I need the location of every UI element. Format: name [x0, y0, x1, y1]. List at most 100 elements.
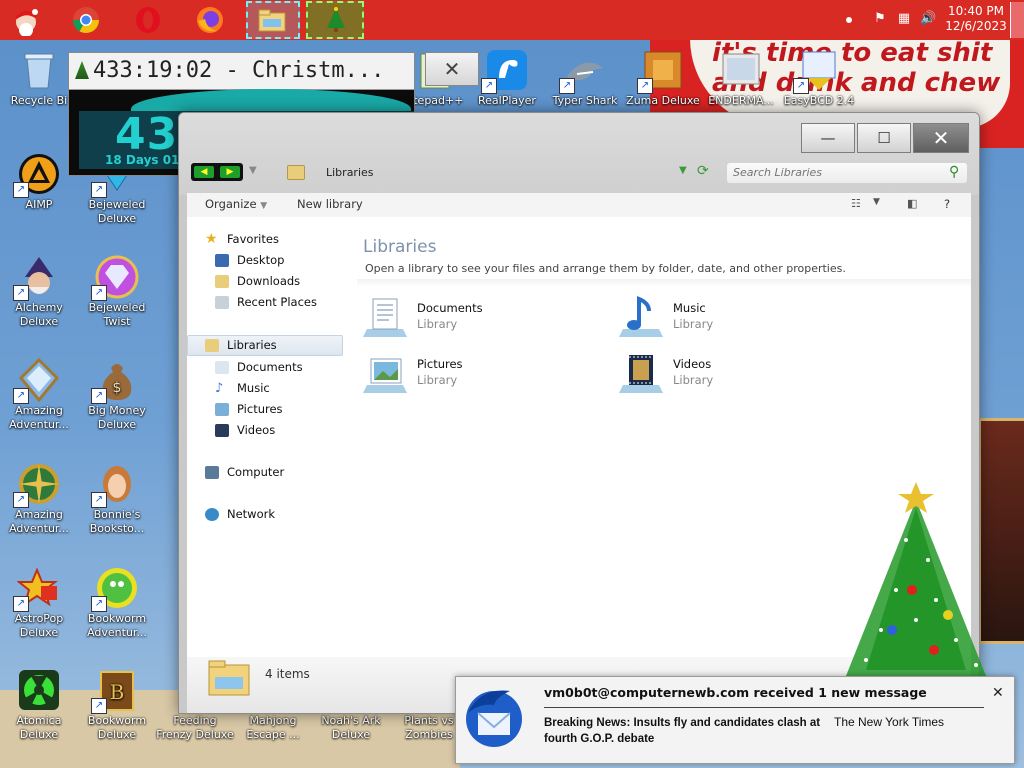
desktop-icon-typer-shark[interactable]: ↗ Typer Shark [546, 48, 624, 108]
nav-videos[interactable]: Videos [215, 420, 275, 440]
back-forward-buttons[interactable]: ◀ ▶ [191, 163, 243, 181]
search-box[interactable]: ⚲ [727, 163, 967, 183]
desktop-icon [215, 253, 229, 267]
chrome-icon[interactable] [68, 2, 104, 38]
help-button[interactable]: ? [944, 197, 950, 211]
desktop-icon-aimp[interactable]: ↗ AIMP [0, 152, 78, 212]
countdown-close-button[interactable]: ✕ [425, 52, 479, 86]
desktop-icon-amazing-adventures-1[interactable]: ↗ Amazing Adventur... [0, 357, 78, 432]
nav-label: Favorites [227, 232, 279, 246]
refresh-icon[interactable]: ⟳ [697, 163, 709, 179]
new-library-button[interactable]: New library [297, 197, 363, 211]
minimize-button[interactable]: — [801, 123, 855, 153]
videos-icon [215, 423, 229, 437]
search-icon[interactable]: ⚲ [949, 164, 959, 180]
nav-label: Music [237, 381, 270, 395]
nav-documents[interactable]: Documents [215, 357, 303, 377]
view-options-icon[interactable]: ☷ [851, 197, 861, 210]
nav-pictures[interactable]: Pictures [215, 399, 283, 419]
desktop-icon-astropop-deluxe[interactable]: ↗ AstroPop Deluxe [0, 566, 78, 640]
desktop-icon-label: Big Money Deluxe [88, 404, 146, 431]
address-bar[interactable]: Libraries [283, 163, 723, 183]
desktop-icon-zuma-deluxe[interactable]: ↗ Zuma Deluxe [624, 48, 702, 108]
nav-label: Libraries [227, 338, 277, 352]
desktop-icon-label: Typer Shark [552, 94, 618, 107]
library-type: Library [673, 373, 714, 387]
volume-icon[interactable]: 🔊 [920, 11, 936, 27]
library-item-videos[interactable]: Videos Library [619, 349, 839, 399]
preview-pane-icon[interactable]: ◧ [907, 197, 917, 210]
nav-music[interactable]: ♪ Music [215, 378, 270, 398]
santa-icon[interactable] [8, 2, 44, 38]
nav-favorites[interactable]: ★ Favorites [205, 229, 279, 249]
address-dropdown-icon[interactable]: ▼ [679, 165, 687, 176]
desktop-icon-label: Bonnie's Booksto... [89, 508, 145, 535]
recent-pages-dropdown[interactable]: ▼ [249, 165, 257, 176]
shortcut-arrow-icon: ↗ [793, 78, 809, 94]
chevron-down-icon: ▼ [260, 201, 268, 211]
header-divider [357, 279, 971, 287]
search-input[interactable] [733, 166, 933, 179]
libraries-description: Open a library to see your files and arr… [365, 262, 846, 275]
forward-arrow-icon[interactable]: ▶ [220, 166, 240, 178]
opera-icon[interactable] [130, 2, 166, 38]
libraries-icon [205, 338, 219, 352]
desktop-icon-bejeweled-twist[interactable]: ↗ Bejeweled Twist [78, 255, 156, 329]
notification-close-button[interactable]: ✕ [992, 685, 1004, 701]
desktop-icon-bookworm-deluxe[interactable]: B ↗ Bookworm Deluxe [78, 668, 156, 742]
desktop-icon-bookworm-adventures[interactable]: ↗ Bookworm Adventur... [78, 566, 156, 640]
desktop-icon-amazing-adventures-2[interactable]: ↗ Amazing Adventur... [0, 462, 78, 536]
desktop-icon-big-money-deluxe[interactable]: $ ↗ Big Money Deluxe [78, 358, 156, 432]
desktop-icon-easybcd[interactable]: ↗ EasyBCD 2.4 [780, 48, 858, 108]
nav-downloads[interactable]: Downloads [215, 271, 300, 291]
library-item-music[interactable]: Music Library [619, 293, 839, 343]
nav-label: Documents [237, 360, 303, 374]
action-center-flag-icon[interactable]: ⚑ [872, 11, 888, 27]
realplayer-icon: ↗ [481, 48, 529, 94]
command-bar: Organize ▼ New library ☷ ▼ ◧ ? [187, 193, 971, 217]
nav-recent-places[interactable]: Recent Places [215, 292, 317, 312]
nav-label: Desktop [237, 253, 285, 267]
nav-libraries[interactable]: Libraries [205, 335, 277, 355]
shortcut-arrow-icon: ↗ [13, 596, 29, 612]
notification-message: Breaking News: Insults fly and candidate… [544, 717, 821, 745]
desktop-icon-label: Feeding Frenzy Deluxe [156, 714, 234, 741]
music-library-icon [619, 296, 663, 337]
show-desktop-button[interactable] [1010, 2, 1024, 38]
desktop-icon-label: otepad++ [406, 94, 464, 107]
desktop-icon-realplayer[interactable]: ↗ RealPlayer [468, 48, 546, 108]
desktop-icon-atomica-deluxe[interactable]: Atomica Deluxe [0, 668, 78, 742]
nav-desktop[interactable]: Desktop [215, 250, 284, 270]
organize-button[interactable]: Organize ▼ [205, 197, 267, 211]
maximize-button[interactable]: ☐ [857, 123, 911, 153]
email-notification[interactable]: vm0b0t@computernewb.com received 1 new m… [455, 676, 1015, 764]
shortcut-arrow-icon: ↗ [13, 182, 29, 198]
library-item-documents[interactable]: Documents Library [363, 293, 583, 343]
nav-computer[interactable]: Computer [205, 462, 284, 482]
back-arrow-icon[interactable]: ◀ [194, 166, 214, 178]
file-explorer-icon[interactable] [254, 2, 290, 38]
close-icon: ✕ [443, 57, 461, 81]
computer-icon [205, 465, 219, 479]
view-dropdown-icon[interactable]: ▼ [873, 197, 880, 207]
desktop-icon-alchemy-deluxe[interactable]: ↗ Alchemy Deluxe [0, 255, 78, 329]
christmas-tree-gadget[interactable] [836, 480, 1024, 680]
system-clock[interactable]: 10:40 PM 12/6/2023 [944, 4, 1008, 34]
countdown-titlebar[interactable]: 433:19:02 - Christm... [69, 53, 414, 90]
christmas-tree-icon[interactable] [318, 2, 354, 38]
close-button[interactable]: ✕ [913, 123, 969, 153]
organize-label: Organize [205, 197, 257, 211]
tray-dot-icon[interactable] [846, 17, 852, 23]
library-item-pictures[interactable]: Pictures Library [363, 349, 583, 399]
desktop-icon-label: AIMP [25, 198, 53, 211]
network-icon[interactable]: ▦ [896, 11, 912, 27]
bookworm-adventures-icon: ↗ [91, 566, 139, 612]
desktop-icon-bonnies-bookstore[interactable]: ↗ Bonnie's Booksto... [78, 462, 156, 536]
nav-network[interactable]: Network [205, 504, 275, 524]
videos-library-icon [619, 355, 663, 393]
svg-text:B: B [110, 680, 125, 704]
firefox-icon[interactable] [192, 2, 228, 38]
desktop-icon-recycle-bin[interactable]: Recycle Bi [0, 48, 78, 108]
desktop-icon-enderman[interactable]: ENDERMA... [702, 48, 780, 108]
library-name: Documents [417, 301, 483, 315]
